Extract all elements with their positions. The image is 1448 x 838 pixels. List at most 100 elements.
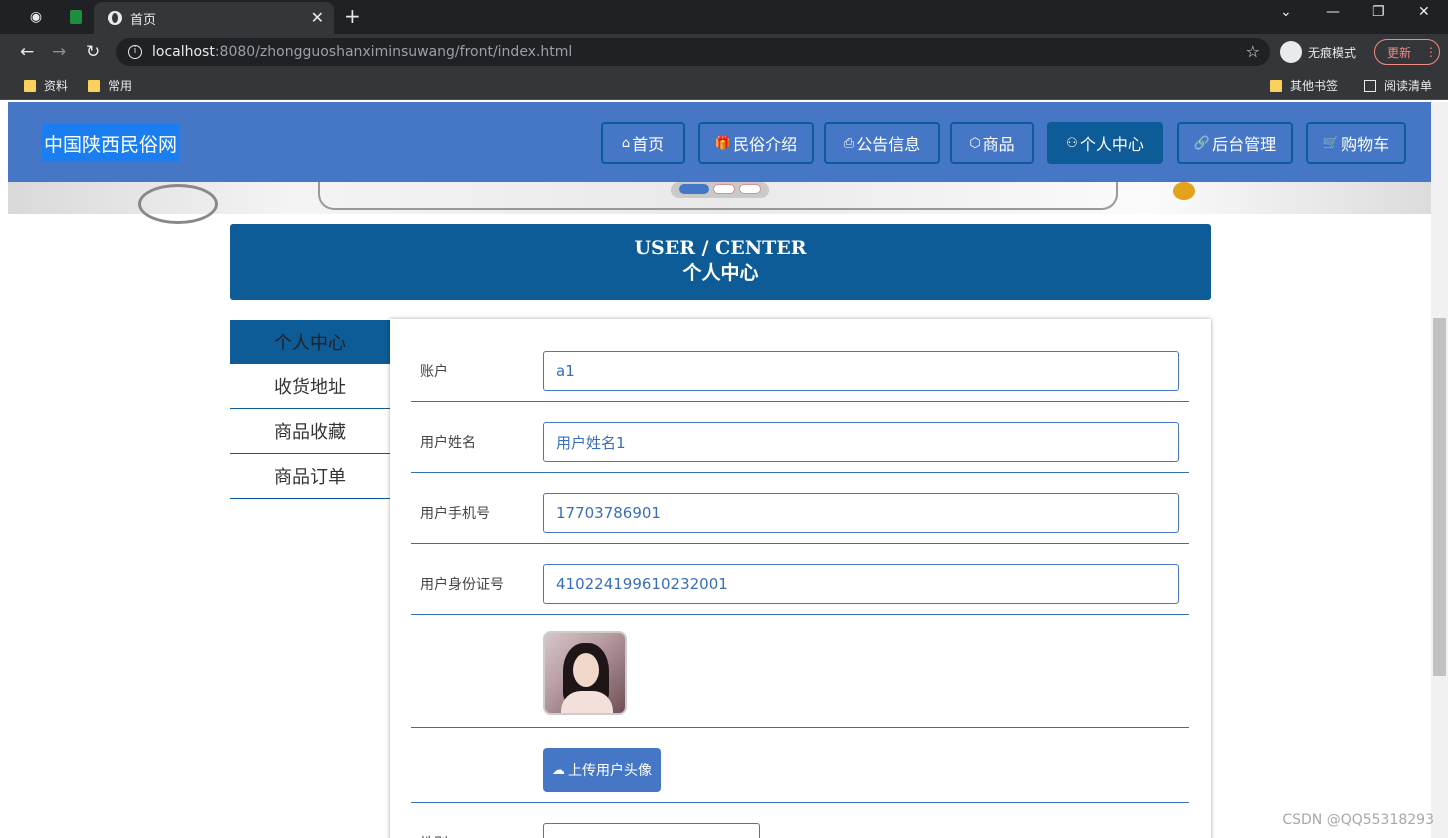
info-icon[interactable]: i bbox=[128, 45, 142, 59]
box-icon: ⬡ bbox=[969, 135, 981, 151]
nav-folk-intro[interactable]: 🎁 民俗介绍 bbox=[698, 122, 814, 164]
form-row-account: 账户 a1 bbox=[411, 341, 1189, 402]
tab-search-icon[interactable]: ⌄ bbox=[1280, 4, 1292, 20]
form-row-gender: 性别 bbox=[411, 803, 1189, 838]
user-icon: ⚇ bbox=[1066, 135, 1078, 151]
sidebar-item-address[interactable]: 收货地址 bbox=[230, 364, 390, 409]
bookmark-label: 其他书签 bbox=[1290, 79, 1339, 93]
url-input[interactable]: i localhost:8080/zhongguoshanximinsuwang… bbox=[116, 38, 1270, 66]
page-viewport: 中国陕西民俗网 ⌂ 首页 🎁 民俗介绍 ⎙ 公告信息 ⬡ 商品 ⚇ 个人中心 🔗 后台管理 … bbox=[8, 102, 1431, 838]
sheets-icon bbox=[70, 10, 82, 24]
bookmark-label: 阅读清单 bbox=[1384, 79, 1433, 93]
active-tab[interactable]: 首页 ✕ bbox=[94, 2, 334, 34]
sidebar-item-user-center[interactable]: 个人中心 bbox=[230, 320, 390, 364]
form-row-upload: ☁ 上传用户头像 bbox=[411, 728, 1189, 803]
nav-announcements[interactable]: ⎙ 公告信息 bbox=[824, 122, 940, 164]
update-button[interactable]: 更新 ⋮ bbox=[1374, 39, 1440, 65]
avatar bbox=[543, 631, 627, 715]
nav-user-center[interactable]: ⚇ 个人中心 bbox=[1047, 122, 1163, 164]
globe-icon: ◉ bbox=[29, 9, 43, 25]
folder-icon bbox=[88, 79, 100, 92]
page-title-cn: 个人中心 bbox=[682, 262, 759, 284]
back-icon[interactable]: ← bbox=[20, 42, 34, 62]
nav-label: 个人中心 bbox=[1079, 135, 1144, 154]
banner-image bbox=[138, 184, 218, 224]
sidebar-item-favorites[interactable]: 商品收藏 bbox=[230, 409, 390, 454]
upload-label: 上传用户头像 bbox=[568, 763, 652, 779]
sidebar-item-orders[interactable]: 商品订单 bbox=[230, 454, 390, 499]
reload-icon[interactable]: ↻ bbox=[86, 42, 100, 62]
carousel-dot-active[interactable] bbox=[679, 184, 709, 194]
avatar-body bbox=[561, 691, 613, 713]
page-title-en: USER / CENTER bbox=[634, 237, 807, 259]
upload-avatar-button[interactable]: ☁ 上传用户头像 bbox=[543, 748, 661, 792]
restore-icon[interactable]: ❐ bbox=[1372, 4, 1385, 20]
gender-select[interactable] bbox=[543, 823, 760, 838]
nav-label: 首页 bbox=[632, 135, 665, 154]
nav-label: 公告信息 bbox=[856, 135, 921, 154]
gender-label: 性别 bbox=[420, 833, 448, 838]
nav-cart[interactable]: 🛒 购物车 bbox=[1306, 122, 1406, 164]
carousel-dots bbox=[671, 182, 769, 198]
form-row-name: 用户姓名 用户姓名1 bbox=[411, 402, 1189, 473]
incognito-icon bbox=[1280, 41, 1302, 63]
incognito-label: 无痕模式 bbox=[1308, 45, 1357, 60]
globe-tab[interactable]: ◉ bbox=[16, 0, 56, 34]
csdn-watermark: CSDN @QQ55318293 bbox=[1282, 812, 1434, 828]
account-field[interactable]: a1 bbox=[543, 351, 1179, 391]
url-path: :8080/zhongguoshanximinsuwang/front/inde… bbox=[214, 44, 573, 60]
idcard-field[interactable]: 410224199610232001 bbox=[543, 564, 1179, 604]
home-icon: ⌂ bbox=[621, 135, 631, 151]
link-icon: 🔗 bbox=[1193, 135, 1211, 151]
nav-home[interactable]: ⌂ 首页 bbox=[601, 122, 685, 164]
printer-icon: ⎙ bbox=[843, 135, 855, 151]
form-row-idcard: 用户身份证号 410224199610232001 bbox=[411, 544, 1189, 615]
page-title-box: USER / CENTER 个人中心 bbox=[230, 224, 1211, 300]
incognito-indicator[interactable]: 无痕模式 bbox=[1280, 40, 1356, 64]
carousel-dot[interactable] bbox=[713, 184, 735, 194]
bookmarks-bar: 资料 常用 其他书签 阅读清单 bbox=[0, 70, 1448, 100]
globe-icon bbox=[108, 11, 122, 25]
gift-icon: 🎁 bbox=[714, 135, 732, 151]
site-logo[interactable]: 中国陕西民俗网 bbox=[42, 124, 180, 162]
sheets-tab[interactable] bbox=[56, 0, 96, 34]
phone-field[interactable]: 17703786901 bbox=[543, 493, 1179, 533]
avatar-face bbox=[573, 653, 599, 687]
site-header: 中国陕西民俗网 ⌂ 首页 🎁 民俗介绍 ⎙ 公告信息 ⬡ 商品 ⚇ 个人中心 🔗 后台管理 … bbox=[8, 102, 1431, 182]
name-label: 用户姓名 bbox=[420, 435, 476, 451]
nav-products[interactable]: ⬡ 商品 bbox=[950, 122, 1034, 164]
nav-label: 购物车 bbox=[1341, 135, 1390, 154]
bookmark-folder[interactable]: 资料 bbox=[24, 77, 68, 94]
bookmark-label: 常用 bbox=[108, 79, 133, 93]
nav-label: 后台管理 bbox=[1212, 135, 1277, 154]
form-row-avatar bbox=[411, 615, 1189, 728]
new-tab-icon[interactable]: + bbox=[344, 4, 361, 28]
folder-icon bbox=[1270, 79, 1282, 92]
phone-label: 用户手机号 bbox=[420, 506, 490, 522]
update-label: 更新 bbox=[1387, 45, 1412, 60]
idcard-label: 用户身份证号 bbox=[420, 577, 504, 593]
menu-dots-icon: ⋮ bbox=[1425, 45, 1438, 59]
nav-label: 商品 bbox=[982, 135, 1015, 154]
other-bookmarks[interactable]: 其他书签 bbox=[1270, 77, 1338, 94]
minimize-icon[interactable]: — bbox=[1326, 4, 1340, 20]
bookmark-label: 资料 bbox=[44, 79, 69, 93]
close-window-icon[interactable]: ✕ bbox=[1418, 4, 1430, 20]
address-bar: ← → ↻ i localhost:8080/zhongguoshanximin… bbox=[0, 34, 1448, 70]
profile-form: 账户 a1 用户姓名 用户姓名1 用户手机号 17703786901 用户身份证… bbox=[390, 319, 1211, 838]
cloud-upload-icon: ☁ bbox=[552, 762, 565, 778]
forward-icon[interactable]: → bbox=[52, 42, 66, 62]
reading-list-icon bbox=[1364, 79, 1376, 92]
close-tab-icon[interactable]: ✕ bbox=[311, 8, 324, 27]
nav-admin[interactable]: 🔗 后台管理 bbox=[1177, 122, 1293, 164]
bookmark-folder[interactable]: 常用 bbox=[88, 77, 132, 94]
tab-title: 首页 bbox=[130, 12, 157, 28]
account-label: 账户 bbox=[420, 364, 448, 380]
scrollbar-thumb[interactable] bbox=[1433, 318, 1446, 676]
url-host: localhost bbox=[152, 44, 215, 60]
carousel-dot[interactable] bbox=[739, 184, 761, 194]
bookmark-star-icon[interactable]: ☆ bbox=[1246, 42, 1260, 61]
reading-list[interactable]: 阅读清单 bbox=[1364, 77, 1432, 94]
folder-icon bbox=[24, 79, 36, 92]
name-field[interactable]: 用户姓名1 bbox=[543, 422, 1179, 462]
